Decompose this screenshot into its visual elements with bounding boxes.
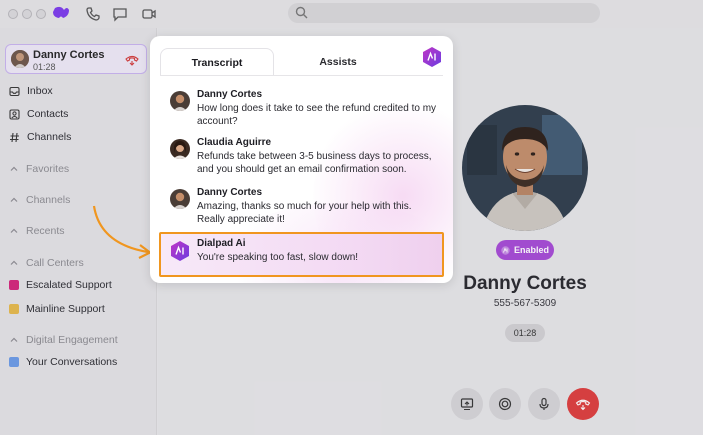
caller-photo [462,105,588,231]
window-zoom-button[interactable] [36,9,46,19]
video-icon[interactable] [141,6,157,22]
caller-phone: 555-567-5309 [493,298,557,309]
contacts-icon [9,108,20,120]
ai-status-label: Enabled [513,245,549,255]
sidebar-item-contacts[interactable]: Contacts [9,108,68,120]
ai-icon [501,245,510,255]
panel-tabs: Transcript Assists [160,48,400,76]
section-favorites[interactable]: Favorites [9,163,69,175]
message-text: Amazing, thanks so much for your help wi… [197,201,412,225]
sidebar-item-label: Channels [27,131,72,143]
section-label: Call Centers [26,257,84,269]
customer-avatar [170,91,190,111]
record-button[interactable] [489,388,521,420]
ai-assist-message[interactable]: Dialpad Ai You're speaking too fast, slo… [159,232,444,277]
ai-status-badge[interactable]: Enabled [496,240,554,260]
window-close-button[interactable] [8,9,18,19]
ai-assist-text: You're speaking too fast, slow down! [197,252,359,263]
window-minimize-button[interactable] [22,9,32,19]
customer-avatar [170,189,190,209]
sidebar-item-escalated-support[interactable]: Escalated Support [9,279,112,291]
sidebar-item-label: Escalated Support [26,279,112,291]
call-center-color-swatch [9,280,19,290]
screen-share-button[interactable] [451,388,483,420]
record-icon [498,397,512,411]
section-digital-engagement[interactable]: Digital Engagement [9,334,118,346]
sidebar-item-label: Inbox [27,85,53,97]
chevron-up-icon [10,228,18,233]
active-call-time: 01:28 [33,62,56,72]
transcript-panel: Transcript Assists Danny Cortes How long… [150,36,453,283]
section-recents[interactable]: Recents [9,225,65,237]
mute-button[interactable] [528,388,560,420]
ai-assist-speaker: Dialpad Ai [197,238,246,249]
screen-share-icon [460,398,474,411]
chat-icon[interactable] [112,6,128,22]
active-call-card[interactable]: Danny Cortes 01:28 [5,44,147,74]
microphone-icon [539,397,549,410]
hash-icon [9,132,20,143]
sidebar-item-channels[interactable]: Channels [9,131,71,143]
dialpad-ai-icon [170,240,190,267]
section-label: Recents [26,225,65,237]
message-speaker: Danny Cortes [197,187,263,198]
title-bar [0,0,703,28]
sidebar-item-your-conversations[interactable]: Your Conversations [9,356,117,368]
search-icon [295,6,308,24]
dialpad-logo-icon[interactable] [52,6,70,25]
phone-icon[interactable] [85,6,101,22]
section-label: Channels [26,194,71,206]
sidebar-item-label: Contacts [27,108,69,120]
tab-transcript[interactable]: Transcript [160,48,274,76]
call-center-color-swatch [9,304,19,314]
conversation-color-swatch [9,357,19,367]
message-text: How long does it take to see the refund … [197,103,437,127]
message-speaker: Danny Cortes [197,89,263,100]
chevron-up-icon [10,337,18,342]
hangup-icon[interactable] [125,53,139,71]
hangup-icon [575,399,591,411]
message-text: Refunds take between 3-5 business days t… [197,151,432,175]
annotation-arrow [92,205,152,259]
section-call-centers[interactable]: Call Centers [9,257,84,269]
agent-avatar [170,139,190,159]
search-bar[interactable] [288,3,600,23]
message-speaker: Claudia Aguirre [197,137,272,148]
end-call-button[interactable] [567,388,599,420]
tab-divider [160,75,443,76]
call-timer: 01:28 [505,324,545,342]
section-label: Digital Engagement [26,334,118,346]
sidebar-item-label: Mainline Support [26,303,105,315]
chevron-up-icon [10,166,18,171]
chevron-up-icon [10,260,18,265]
section-label: Favorites [26,163,70,175]
caller-avatar [11,50,29,68]
sidebar-item-mainline-support[interactable]: Mainline Support [9,303,105,315]
chevron-up-icon [10,197,18,202]
sidebar-item-label: Your Conversations [26,356,118,368]
dialpad-ai-icon[interactable] [422,46,442,73]
inbox-icon [9,86,20,97]
caller-name: Danny Cortes [463,273,587,294]
active-call-name: Danny Cortes [33,49,105,61]
section-channels[interactable]: Channels [9,194,70,206]
tab-assists[interactable]: Assists [276,48,400,76]
sidebar-item-inbox[interactable]: Inbox [9,85,53,97]
